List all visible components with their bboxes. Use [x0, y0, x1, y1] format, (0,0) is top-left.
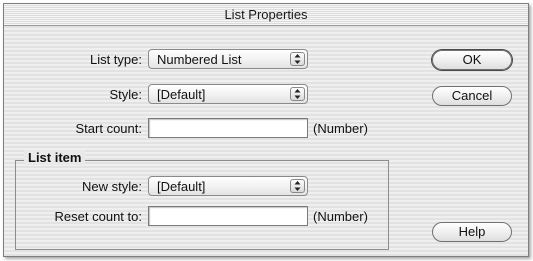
list-type-select[interactable]: Numbered List — [148, 49, 308, 69]
list-type-value: Numbered List — [157, 52, 242, 67]
start-count-label: Start count: — [75, 121, 142, 136]
updown-arrows-icon — [290, 179, 305, 193]
start-count-input[interactable] — [148, 118, 308, 138]
style-value: [Default] — [157, 87, 206, 102]
cancel-button[interactable]: Cancel — [432, 86, 512, 106]
updown-arrows-icon — [290, 87, 305, 101]
dialog-title: List Properties — [224, 7, 308, 22]
list-item-group-title: List item — [24, 150, 86, 165]
reset-count-label: Reset count to: — [54, 209, 142, 224]
list-properties-dialog: List Properties List type: Numbered List… — [3, 3, 529, 257]
new-style-label: New style: — [82, 179, 142, 194]
style-label: Style: — [109, 87, 142, 102]
start-count-hint: (Number) — [313, 121, 368, 136]
ok-button[interactable]: OK — [432, 50, 512, 70]
new-style-select[interactable]: [Default] — [148, 176, 308, 196]
reset-count-hint: (Number) — [313, 209, 368, 224]
list-type-label: List type: — [89, 52, 142, 67]
style-select[interactable]: [Default] — [148, 84, 308, 104]
dialog-titlebar[interactable]: List Properties — [4, 4, 528, 26]
updown-arrows-icon — [290, 52, 305, 66]
reset-count-input[interactable] — [148, 206, 308, 226]
help-button[interactable]: Help — [432, 222, 512, 242]
new-style-value: [Default] — [157, 179, 206, 194]
list-item-group — [15, 160, 389, 250]
